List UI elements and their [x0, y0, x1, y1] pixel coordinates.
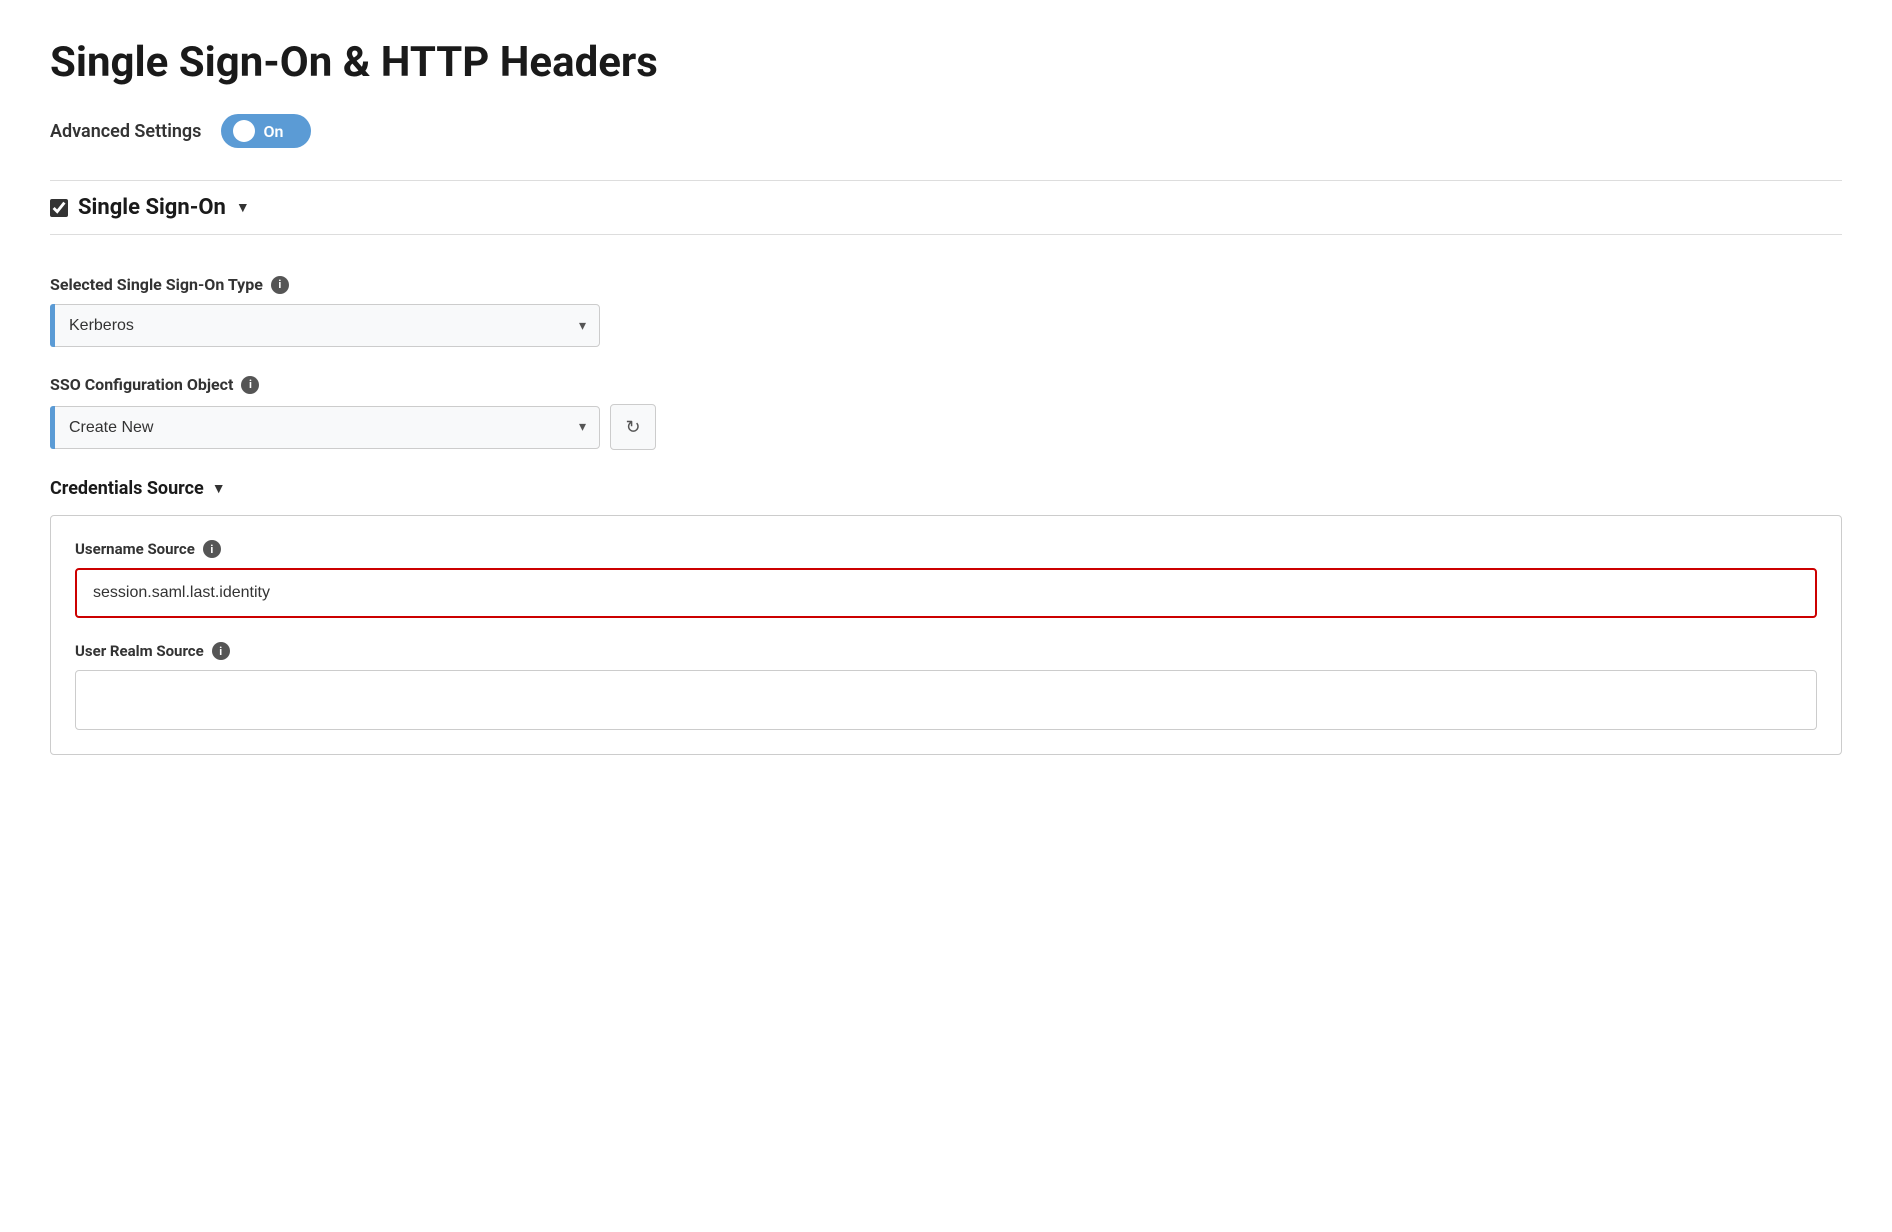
sso-checkbox[interactable]	[50, 199, 68, 217]
credentials-box: Username Source i User Realm Source i	[50, 515, 1842, 755]
user-realm-source-label: User Realm Source i	[75, 642, 1817, 660]
sso-chevron-icon[interactable]: ▼	[236, 199, 250, 216]
username-source-group: Username Source i	[75, 540, 1817, 618]
sso-config-select[interactable]: Create New	[50, 406, 600, 449]
credentials-chevron-icon[interactable]: ▼	[212, 480, 226, 497]
sso-type-select-container: Kerberos SAML OAuth NTLM ▾	[50, 304, 600, 347]
username-source-label: Username Source i	[75, 540, 1817, 558]
sso-config-select-bar	[50, 406, 55, 449]
sso-config-info-icon[interactable]: i	[241, 376, 259, 394]
page-title: Single Sign-On & HTTP Headers	[50, 40, 1842, 86]
user-realm-source-group: User Realm Source i	[75, 642, 1817, 730]
sso-section-title: Single Sign-On	[78, 195, 226, 220]
sso-type-info-icon[interactable]: i	[271, 276, 289, 294]
sso-type-select[interactable]: Kerberos SAML OAuth NTLM	[50, 304, 600, 347]
user-realm-source-label-text: User Realm Source	[75, 642, 204, 660]
sso-config-field-group: SSO Configuration Object i Create New ▾ …	[50, 375, 1842, 450]
username-source-label-text: Username Source	[75, 540, 195, 558]
sso-config-label-text: SSO Configuration Object	[50, 375, 233, 394]
sso-config-select-wrapper: Create New ▾ ↻	[50, 404, 1842, 450]
username-source-input[interactable]	[75, 568, 1817, 618]
sso-section-header: Single Sign-On ▼	[50, 180, 1842, 235]
credentials-title: Credentials Source	[50, 478, 204, 499]
sso-config-select-container: Create New ▾	[50, 406, 600, 449]
user-realm-source-input[interactable]	[75, 670, 1817, 730]
sso-type-field-group: Selected Single Sign-On Type i Kerberos …	[50, 275, 1842, 347]
advanced-settings-row: Advanced Settings On	[50, 114, 1842, 148]
sso-config-label: SSO Configuration Object i	[50, 375, 1842, 394]
user-realm-source-info-icon[interactable]: i	[212, 642, 230, 660]
sso-config-refresh-button[interactable]: ↻	[610, 404, 656, 450]
credentials-section: Credentials Source ▼ Username Source i U…	[50, 478, 1842, 755]
sso-type-label: Selected Single Sign-On Type i	[50, 275, 1842, 294]
sso-type-select-wrapper: Kerberos SAML OAuth NTLM ▾	[50, 304, 1842, 347]
username-source-info-icon[interactable]: i	[203, 540, 221, 558]
sso-content-area: Selected Single Sign-On Type i Kerberos …	[50, 265, 1842, 755]
advanced-settings-toggle[interactable]: On	[221, 114, 311, 148]
sso-type-select-bar	[50, 304, 55, 347]
toggle-label: On	[263, 122, 283, 141]
advanced-settings-label: Advanced Settings	[50, 121, 201, 142]
credentials-header: Credentials Source ▼	[50, 478, 1842, 499]
sso-type-label-text: Selected Single Sign-On Type	[50, 275, 263, 294]
refresh-icon: ↻	[625, 417, 640, 438]
toggle-knob	[233, 120, 255, 142]
